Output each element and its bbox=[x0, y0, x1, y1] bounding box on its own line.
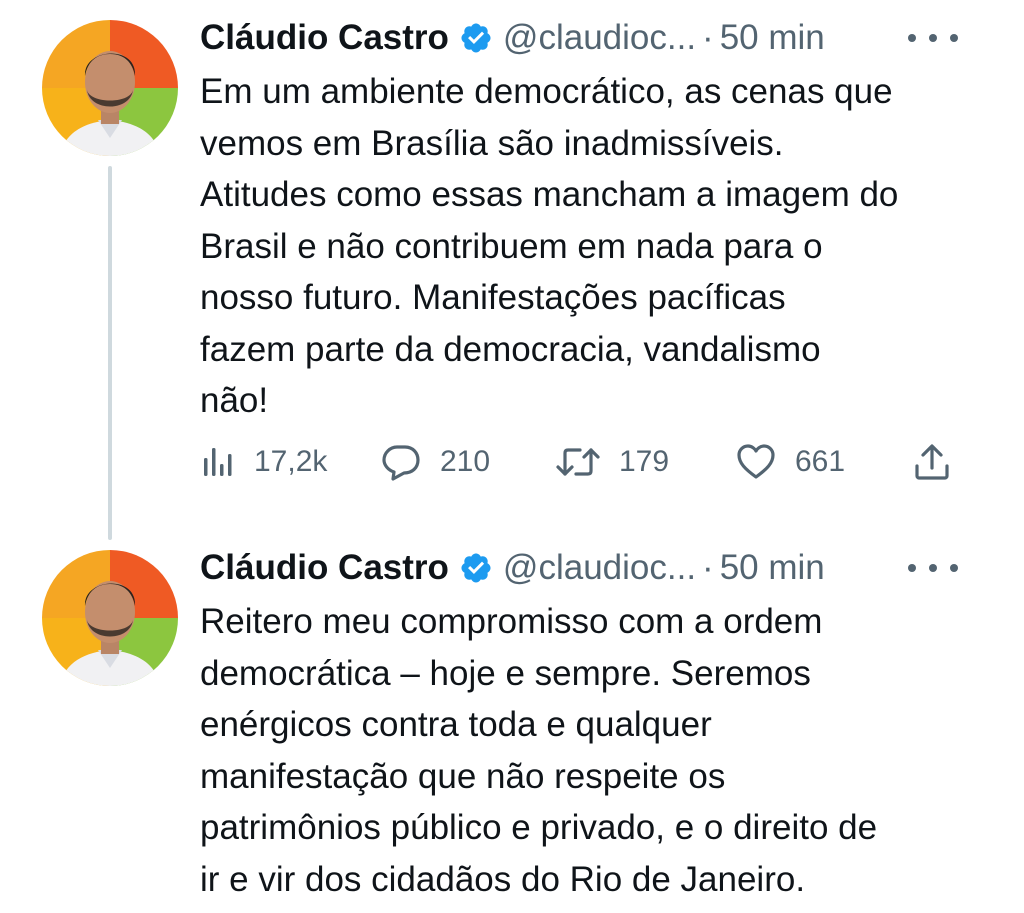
retweet-count: 179 bbox=[619, 445, 670, 478]
tweet-text: Reitero meu compromisso com a ordem demo… bbox=[200, 602, 878, 899]
verified-badge-icon bbox=[459, 551, 493, 585]
tweet-header: Cláudio Castro @claudioc... · 50 min bbox=[200, 546, 984, 590]
reply-count: 210 bbox=[440, 445, 491, 478]
tweet[interactable]: Cláudio Castro @claudioc... · 50 min Em … bbox=[0, 0, 1024, 540]
reply-button[interactable]: 210 bbox=[380, 440, 490, 484]
views-button[interactable]: 17,2k bbox=[200, 440, 327, 484]
views-icon bbox=[200, 444, 236, 480]
author-handle[interactable]: @claudioc... bbox=[503, 18, 696, 58]
tweet-header: Cláudio Castro @claudioc... · 50 min bbox=[200, 16, 984, 60]
separator-dot: · bbox=[702, 548, 714, 587]
author-name[interactable]: Cláudio Castro bbox=[200, 548, 449, 588]
tweet[interactable]: Cláudio Castro @claudioc... · 50 min Rei… bbox=[0, 530, 1024, 913]
more-icon[interactable] bbox=[908, 550, 958, 586]
like-count: 661 bbox=[795, 445, 846, 478]
timestamp[interactable]: 50 min bbox=[720, 548, 825, 588]
thread-line bbox=[108, 166, 112, 540]
retweet-button[interactable]: 179 bbox=[555, 440, 669, 484]
verified-badge-icon bbox=[459, 21, 493, 55]
share-button[interactable] bbox=[912, 440, 952, 484]
retweet-icon bbox=[555, 441, 601, 483]
like-icon bbox=[735, 441, 777, 483]
separator-dot: · bbox=[702, 18, 714, 57]
avatar[interactable] bbox=[42, 550, 178, 686]
avatar[interactable] bbox=[42, 20, 178, 156]
author-name[interactable]: Cláudio Castro bbox=[200, 18, 449, 58]
timestamp[interactable]: 50 min bbox=[720, 18, 825, 58]
like-button[interactable]: 661 bbox=[735, 440, 845, 484]
author-handle[interactable]: @claudioc... bbox=[503, 548, 696, 588]
views-count: 17,2k bbox=[254, 445, 328, 478]
reply-icon bbox=[380, 441, 422, 483]
tweet-actions: 17,2k 210 179 661 bbox=[200, 440, 970, 484]
tweet-text: Em um ambiente democrático, as cenas que… bbox=[200, 72, 899, 420]
share-icon bbox=[912, 442, 952, 482]
more-icon[interactable] bbox=[908, 20, 958, 56]
